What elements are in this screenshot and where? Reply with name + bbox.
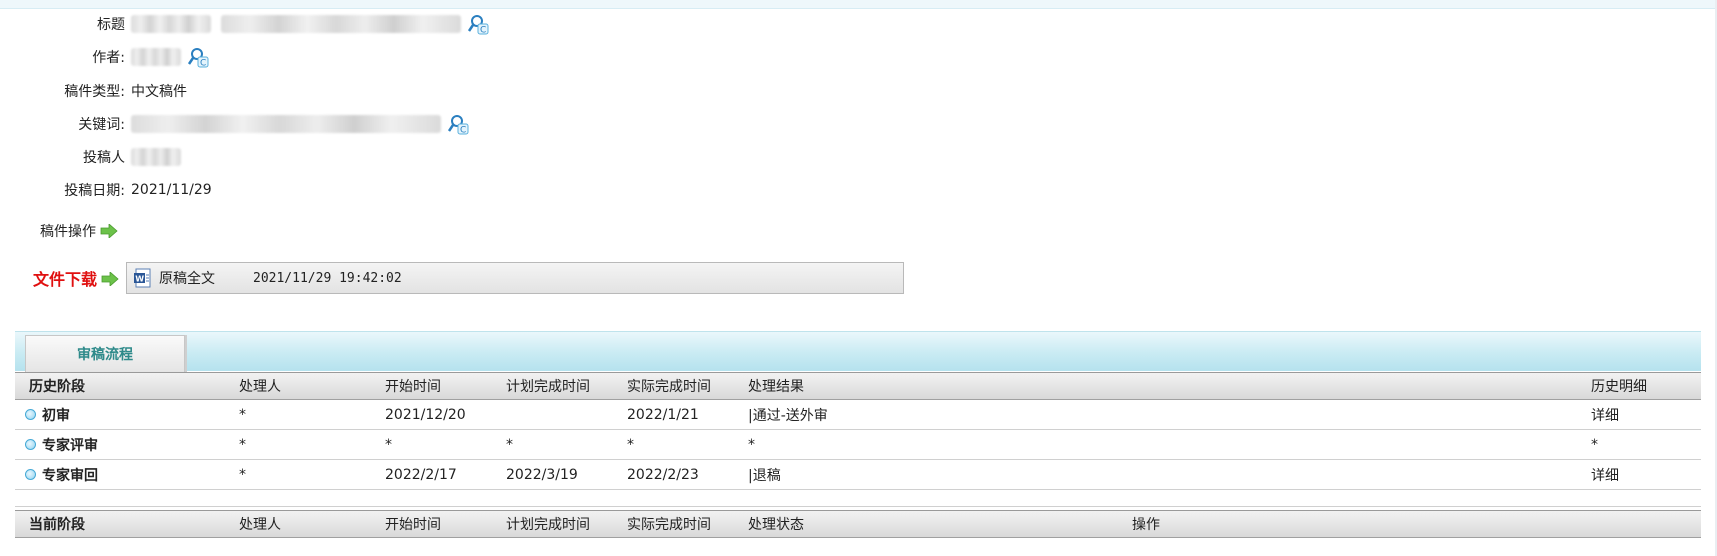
author-value: C	[131, 46, 209, 69]
title-row: 标题 C	[0, 13, 489, 36]
start-cell: 2021/12/20	[385, 406, 466, 423]
header-operation: 操作	[1132, 517, 1160, 533]
header-handler: 处理人	[239, 379, 281, 395]
result-cell: |通过-送外审	[748, 407, 828, 424]
word-document-icon: W	[134, 268, 151, 288]
header-result: 处理结果	[748, 379, 804, 395]
result-cell: *	[748, 436, 755, 453]
type-row: 稿件类型: 中文稿件	[0, 80, 187, 102]
header-start-time: 开始时间	[385, 517, 441, 533]
svg-text:C: C	[460, 126, 466, 136]
stage-cell: 初审	[25, 400, 70, 429]
keywords-value: C	[131, 113, 469, 136]
table-row: 专家评审 * * * * * *	[15, 430, 1701, 460]
file-download-text: 文件下载	[33, 270, 98, 289]
planned-cell: 2022/3/19	[506, 466, 578, 483]
search-person-icon[interactable]: C	[467, 13, 489, 36]
actual-cell: 2022/2/23	[627, 466, 699, 483]
table-row: 初审 * 2021/12/20 2022/1/21 |通过-送外审 详细	[15, 400, 1701, 430]
stage-name: 专家评审	[42, 437, 98, 454]
header-planned-time: 计划完成时间	[506, 517, 590, 533]
download-file-link[interactable]: 原稿全文	[159, 268, 215, 288]
title-value: C	[131, 13, 489, 36]
date-row: 投稿日期: 2021/11/29	[0, 179, 212, 201]
type-value: 中文稿件	[131, 84, 187, 100]
type-label: 稿件类型:	[64, 84, 125, 100]
download-file-box: W 原稿全文 2021/11/29 19:42:02	[126, 262, 904, 294]
table-spacer-row	[15, 489, 1701, 507]
stage-cell: 专家审回	[25, 460, 98, 489]
header-history-detail: 历史明细	[1591, 379, 1647, 395]
handler-cell: *	[239, 406, 246, 423]
actual-cell: *	[627, 436, 634, 453]
svg-text:C: C	[480, 26, 486, 36]
manuscript-operations[interactable]: 稿件操作	[40, 220, 118, 242]
redacted-author	[131, 48, 181, 66]
redacted-submitter	[131, 148, 181, 166]
green-arrow-icon	[100, 223, 118, 239]
handler-cell: *	[239, 466, 246, 483]
stage-bullet-icon	[25, 469, 36, 480]
file-download-label: 文件下载	[33, 266, 119, 290]
history-table-header: 历史阶段 处理人 开始时间 计划完成时间 实际完成时间 处理结果 历史明细	[15, 372, 1701, 400]
stage-bullet-icon	[25, 409, 36, 420]
header-history-stage: 历史阶段	[29, 379, 85, 395]
stage-name: 专家审回	[42, 467, 98, 484]
submitter-row: 投稿人	[0, 146, 181, 168]
svg-text:W: W	[135, 275, 144, 284]
detail-link[interactable]: 详细	[1591, 400, 1619, 429]
header-current-stage: 当前阶段	[29, 517, 85, 533]
header-actual-time: 实际完成时间	[627, 379, 711, 395]
submitter-value	[131, 148, 181, 166]
header-planned-time: 计划完成时间	[506, 379, 590, 395]
submitter-label: 投稿人	[83, 150, 125, 166]
start-cell: 2022/2/17	[385, 466, 457, 483]
search-person-icon[interactable]: C	[187, 46, 209, 69]
svg-text:C: C	[200, 59, 206, 69]
redacted-keywords	[131, 115, 441, 133]
date-value: 2021/11/29	[131, 182, 212, 198]
author-label: 作者:	[92, 50, 125, 66]
handler-cell: *	[239, 436, 246, 453]
header-start-time: 开始时间	[385, 379, 441, 395]
stage-name: 初审	[42, 407, 70, 424]
stage-bullet-icon	[25, 439, 36, 450]
tab-review-process[interactable]: 审稿流程	[25, 335, 185, 372]
title-label: 标题	[97, 17, 125, 33]
redacted-title-part-1	[131, 15, 211, 33]
actual-cell: 2022/1/21	[627, 406, 699, 423]
green-arrow-icon	[101, 271, 119, 287]
current-table-header: 当前阶段 处理人 开始时间 计划完成时间 实际完成时间 处理状态 操作	[15, 510, 1701, 538]
search-person-icon[interactable]: C	[447, 113, 469, 136]
detail-link[interactable]: 详细	[1591, 460, 1619, 489]
keywords-row: 关键词: C	[0, 113, 469, 136]
download-file-time: 2021/11/29 19:42:02	[253, 270, 402, 286]
date-label: 投稿日期:	[64, 183, 125, 199]
author-row: 作者: C	[0, 46, 209, 69]
keywords-label: 关键词:	[78, 117, 125, 133]
stage-cell: 专家评审	[25, 430, 98, 459]
header-actual-time: 实际完成时间	[627, 517, 711, 533]
planned-cell: *	[506, 436, 513, 453]
result-cell: |退稿	[748, 467, 781, 484]
top-band	[0, 0, 1717, 9]
operations-label: 稿件操作	[40, 224, 96, 240]
header-handler: 处理人	[239, 517, 281, 533]
start-cell: *	[385, 436, 392, 453]
review-tab-bar: 审稿流程	[15, 331, 1701, 372]
table-row: 专家审回 * 2022/2/17 2022/3/19 2022/2/23 |退稿…	[15, 460, 1701, 490]
redacted-title-part-2	[221, 15, 461, 33]
detail-cell: *	[1591, 436, 1598, 453]
header-status: 处理状态	[748, 517, 804, 533]
